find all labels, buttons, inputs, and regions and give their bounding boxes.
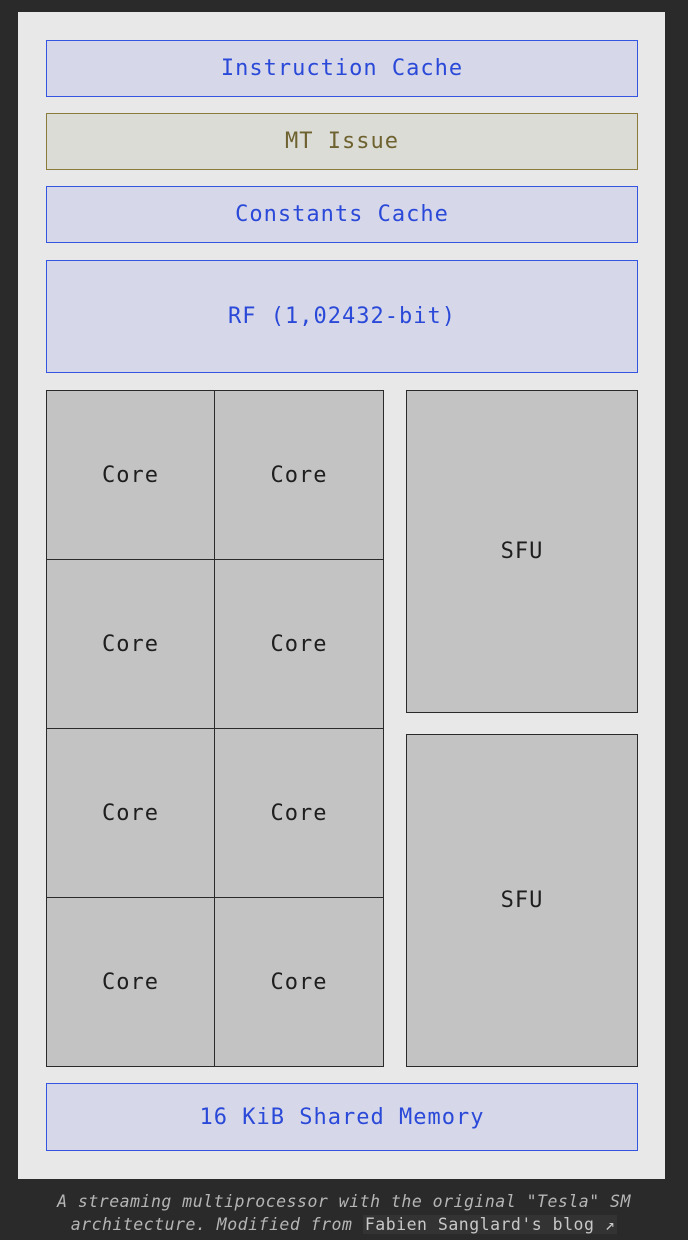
core-unit: Core (214, 559, 384, 729)
sfu-label: SFU (500, 888, 544, 913)
figure-caption: A streaming multiprocessor with the orig… (0, 1190, 688, 1236)
core-label: Core (102, 800, 159, 826)
instruction-cache-block: Instruction Cache (46, 40, 638, 97)
core-unit: Core (46, 897, 215, 1067)
core-label: Core (102, 462, 159, 488)
sfu-unit: SFU (406, 734, 638, 1067)
sfu-unit: SFU (406, 390, 638, 713)
shared-memory-label: 16 KiB Shared Memory (199, 1104, 485, 1130)
source-blog-link[interactable]: Fabien Sanglard's blog ↗ (362, 1215, 618, 1234)
register-file-block: RF (1,02432-bit) (46, 260, 638, 373)
core-label: Core (270, 462, 328, 488)
core-unit: Core (46, 728, 215, 898)
streaming-multiprocessor-diagram: Instruction Cache MT Issue Constants Cac… (18, 12, 665, 1179)
core-unit: Core (214, 728, 384, 898)
instruction-cache-label: Instruction Cache (220, 56, 464, 81)
mt-issue-block: MT Issue (46, 113, 638, 170)
core-label: Core (102, 969, 159, 995)
register-file-label: RF (1,02432-bit) (228, 304, 456, 329)
mt-issue-label: MT Issue (285, 129, 399, 154)
core-label: Core (270, 969, 328, 995)
caption-line-2-text: architecture. Modified from (70, 1215, 353, 1234)
core-label: Core (102, 631, 159, 657)
shared-memory-block: 16 KiB Shared Memory (46, 1083, 638, 1151)
caption-line-1: A streaming multiprocessor with the orig… (57, 1192, 631, 1211)
caption-line-2: architecture. Modified from Fabien Sangl… (0, 1213, 688, 1236)
core-unit: Core (46, 390, 215, 560)
core-label: Core (270, 800, 328, 826)
core-label: Core (270, 631, 328, 657)
core-unit: Core (214, 897, 384, 1067)
sfu-label: SFU (500, 539, 544, 564)
core-unit: Core (46, 559, 215, 729)
core-unit: Core (214, 390, 384, 560)
constants-cache-label: Constants Cache (235, 202, 449, 227)
constants-cache-block: Constants Cache (46, 186, 638, 243)
